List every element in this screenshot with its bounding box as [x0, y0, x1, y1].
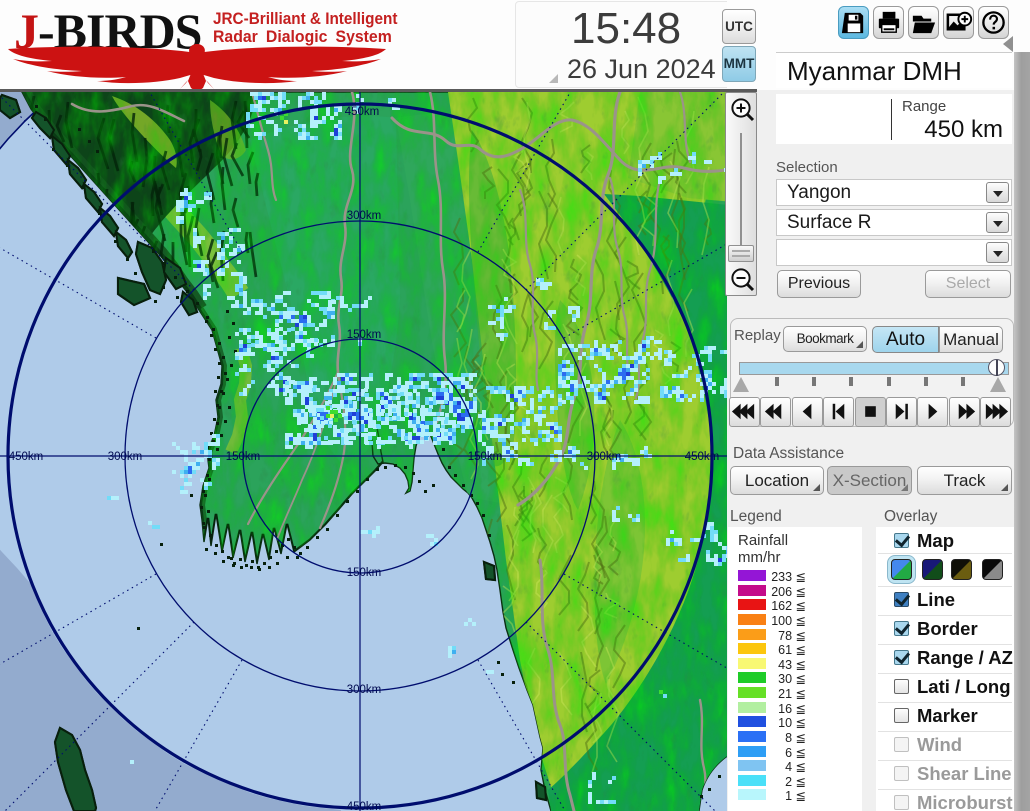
svg-text:450km: 450km	[685, 451, 720, 463]
svg-text:150km: 150km	[226, 451, 261, 463]
svg-text:450km: 450km	[345, 106, 380, 118]
svg-text:150km: 150km	[347, 329, 382, 341]
svg-text:300km: 300km	[587, 451, 622, 463]
svg-text:450km: 450km	[9, 451, 44, 463]
svg-text:300km: 300km	[347, 210, 382, 222]
svg-text:150km: 150km	[347, 567, 382, 579]
svg-text:300km: 300km	[108, 451, 143, 463]
svg-text:150km: 150km	[468, 451, 503, 463]
svg-text:450km: 450km	[347, 801, 382, 811]
svg-text:300km: 300km	[347, 684, 382, 696]
